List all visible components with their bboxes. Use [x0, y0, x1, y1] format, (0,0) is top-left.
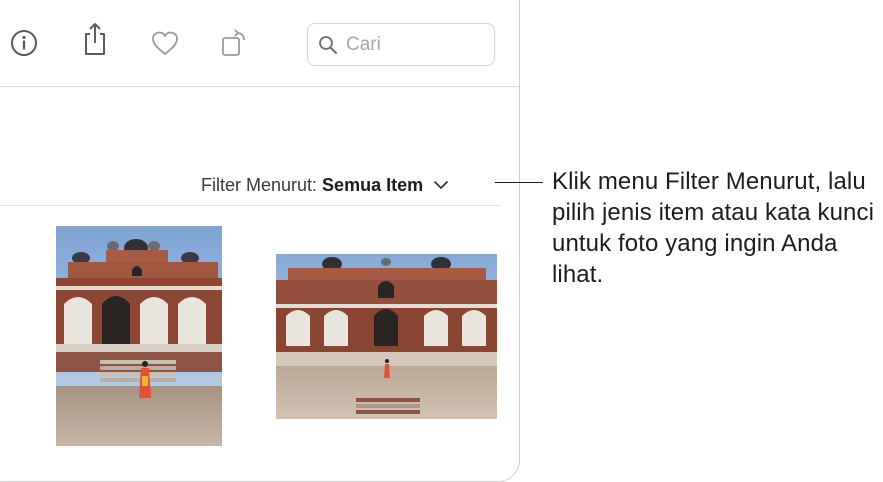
- search-field[interactable]: [307, 23, 495, 66]
- heart-icon[interactable]: [149, 27, 181, 59]
- photo-thumbnail[interactable]: [276, 254, 497, 419]
- share-icon[interactable]: [79, 23, 111, 55]
- callout-text: Klik menu Filter Menurut, lalu pilih jen…: [552, 168, 875, 288]
- callout-line: [495, 182, 543, 183]
- info-icon[interactable]: [8, 27, 40, 59]
- photo-thumbnail[interactable]: [56, 226, 222, 446]
- chevron-down-icon: [433, 180, 449, 190]
- toolbar: [0, 0, 519, 87]
- search-input[interactable]: [346, 33, 486, 56]
- filter-label: Filter Menurut:: [201, 174, 318, 195]
- filter-value: Semua Item: [322, 174, 424, 195]
- divider: [0, 205, 501, 206]
- photos-window: Filter Menurut: Semua Item: [0, 0, 520, 482]
- rotate-icon[interactable]: [219, 27, 251, 59]
- search-icon: [318, 35, 338, 55]
- filter-menu[interactable]: Filter Menurut: Semua Item: [201, 173, 449, 197]
